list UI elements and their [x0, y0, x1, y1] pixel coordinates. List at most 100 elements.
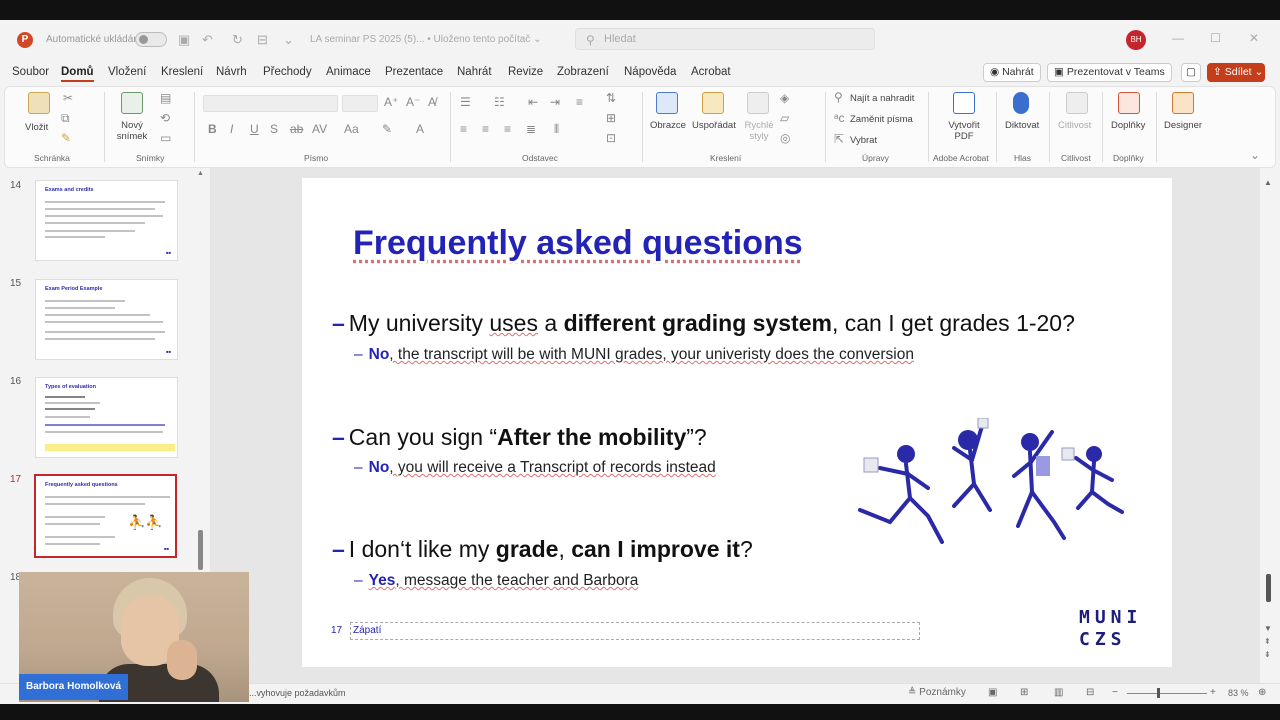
tab-acrobat[interactable]: Acrobat: [691, 66, 731, 78]
autosave-toggle[interactable]: [135, 32, 167, 47]
replace-fonts-button[interactable]: Zaměnit písma: [850, 114, 913, 125]
redo-icon[interactable]: ↻: [232, 32, 243, 48]
tab-animations[interactable]: Animace: [326, 66, 371, 78]
tab-draw[interactable]: Kreslení: [161, 66, 203, 78]
increase-indent-icon[interactable]: ⇥: [550, 95, 560, 109]
fit-to-window-icon[interactable]: ⊕: [1258, 687, 1266, 698]
reset-icon[interactable]: ⟲: [160, 111, 170, 125]
share-button[interactable]: ⇪ Sdílet ⌄: [1207, 63, 1265, 82]
slide-thumbnail-15[interactable]: Exam Period Example ■■: [35, 279, 178, 360]
numbering-icon[interactable]: ☷: [494, 95, 505, 109]
tab-transitions[interactable]: Přechody: [263, 66, 312, 78]
footer-placeholder[interactable]: Zápatí: [350, 622, 920, 640]
save-icon[interactable]: ▣: [178, 32, 190, 48]
arrange-button[interactable]: Uspořádat: [692, 120, 736, 131]
slideshow-icon[interactable]: ⊟: [1086, 687, 1094, 698]
tab-file[interactable]: Soubor: [12, 66, 49, 78]
undo-icon[interactable]: ↶: [202, 32, 213, 48]
font-name-dropdown[interactable]: [203, 95, 338, 112]
answer-3[interactable]: – Yes, message the teacher and Barbora: [354, 572, 638, 590]
font-size-dropdown[interactable]: [342, 95, 378, 112]
question-1[interactable]: – My university uses a different grading …: [332, 310, 1075, 337]
question-3[interactable]: – I don‘t like my grade, can I improve it…: [332, 536, 753, 563]
collapse-ribbon-icon[interactable]: ⌄: [1250, 148, 1260, 162]
avatar[interactable]: BH: [1126, 30, 1146, 50]
strikethrough-icon[interactable]: ab: [290, 122, 303, 136]
find-replace-button[interactable]: Najít a nahradit: [850, 93, 914, 104]
scroll-up-icon[interactable]: ▲: [1264, 178, 1272, 187]
shape-effects-icon[interactable]: ◎: [780, 131, 790, 145]
accessibility-status[interactable]: ...vyhovuje požadavkům: [249, 688, 346, 698]
line-spacing-icon[interactable]: ≡: [576, 95, 583, 109]
slide-thumbnail-17-selected[interactable]: Frequently asked questions ⛹⛹ ■■: [34, 474, 177, 558]
search-input[interactable]: ⚲ Hledat: [575, 28, 875, 50]
zoom-level[interactable]: 83 %: [1228, 688, 1249, 698]
tab-slideshow[interactable]: Prezentace: [385, 66, 443, 78]
decrease-indent-icon[interactable]: ⇤: [528, 95, 538, 109]
thumbnail-scrollbar[interactable]: [198, 530, 203, 570]
create-pdf-button[interactable]: Vytvořit PDF: [944, 120, 984, 142]
tab-view[interactable]: Zobrazení: [557, 66, 609, 78]
shadow-icon[interactable]: S: [270, 122, 278, 136]
justify-icon[interactable]: ≣: [526, 122, 536, 136]
jumping-students-illustration[interactable]: [850, 418, 1130, 558]
document-title[interactable]: LA seminar PS 2025 (5)... • Uloženo tent…: [310, 34, 541, 45]
slide-scrollbar[interactable]: ▲ ▼ ⇞ ⇟: [1263, 178, 1273, 668]
copy-icon[interactable]: ⧉: [61, 111, 70, 126]
tab-insert[interactable]: Vložení: [108, 66, 146, 78]
answer-1[interactable]: – No, the transcript will be with MUNI gr…: [354, 346, 914, 364]
tab-review[interactable]: Revize: [508, 66, 543, 78]
text-direction-icon[interactable]: ⇅: [606, 91, 616, 105]
record-button[interactable]: ◉ Nahrát: [983, 63, 1041, 82]
scroll-up-arrow-icon[interactable]: ▲: [197, 170, 204, 177]
align-center-icon[interactable]: ≡: [482, 122, 489, 136]
align-text-icon[interactable]: ⊞: [606, 111, 616, 125]
reading-view-icon[interactable]: ▥: [1054, 687, 1063, 698]
shape-outline-icon[interactable]: ▱: [780, 111, 789, 125]
italic-icon[interactable]: I: [230, 122, 233, 136]
present-in-teams-button[interactable]: ▣ Prezentovat v Teams: [1047, 63, 1172, 82]
next-slide-icon[interactable]: ⇟: [1264, 650, 1271, 659]
normal-view-icon[interactable]: ▣: [988, 687, 997, 698]
clear-format-icon[interactable]: A̸: [428, 95, 436, 109]
slide-title[interactable]: Frequently asked questions: [353, 224, 803, 263]
bold-icon[interactable]: B: [208, 122, 217, 136]
present-icon[interactable]: ⊟: [257, 32, 268, 48]
bullets-icon[interactable]: ☰: [460, 95, 471, 109]
tab-record[interactable]: Nahrát: [457, 66, 492, 78]
increase-font-icon[interactable]: A⁺: [384, 95, 398, 109]
decrease-font-icon[interactable]: A⁻: [406, 95, 420, 109]
comments-button[interactable]: ▢: [1181, 63, 1201, 82]
close-icon[interactable]: ✕: [1249, 31, 1259, 45]
underline-icon[interactable]: U: [250, 122, 259, 136]
zoom-out-icon[interactable]: −: [1112, 687, 1118, 698]
zoom-in-icon[interactable]: +: [1210, 687, 1216, 698]
columns-icon[interactable]: ⫴: [554, 122, 559, 137]
dictate-button[interactable]: Diktovat: [1005, 120, 1039, 131]
quick-styles-button[interactable]: Rychlé styly: [741, 120, 777, 142]
slide-thumbnail-16[interactable]: Types of evaluation: [35, 377, 178, 458]
align-left-icon[interactable]: ≡: [460, 122, 467, 136]
tab-help[interactable]: Nápověda: [624, 66, 676, 78]
designer-button[interactable]: Designer: [1164, 120, 1202, 131]
quick-access-more-icon[interactable]: ⌄: [283, 32, 294, 48]
previous-slide-icon[interactable]: ⇞: [1264, 637, 1271, 646]
answer-2[interactable]: – No, you will receive a Transcript of re…: [354, 459, 716, 477]
minimize-icon[interactable]: —: [1172, 31, 1184, 45]
paste-button[interactable]: Vložit: [25, 122, 48, 133]
section-icon[interactable]: ▭: [160, 131, 171, 145]
scroll-down-icon[interactable]: ▼: [1264, 624, 1272, 633]
spacing-icon[interactable]: AV: [312, 122, 327, 136]
scrollbar-thumb[interactable]: [1266, 574, 1271, 602]
layout-icon[interactable]: ▤: [160, 91, 171, 105]
slide-canvas[interactable]: Frequently asked questions – My universit…: [302, 178, 1172, 667]
format-painter-icon[interactable]: ✎: [61, 131, 71, 145]
question-2[interactable]: – Can you sign “After the mobility”?: [332, 424, 707, 451]
zoom-slider-thumb[interactable]: [1157, 688, 1160, 698]
align-right-icon[interactable]: ≡: [504, 122, 511, 136]
slide-sorter-icon[interactable]: ⊞: [1020, 687, 1028, 698]
addins-button[interactable]: Doplňky: [1111, 120, 1145, 131]
notes-button[interactable]: ≜ Poznámky: [908, 687, 966, 698]
change-case-icon[interactable]: Aa: [344, 122, 359, 136]
select-button[interactable]: Vybrat: [850, 135, 877, 146]
